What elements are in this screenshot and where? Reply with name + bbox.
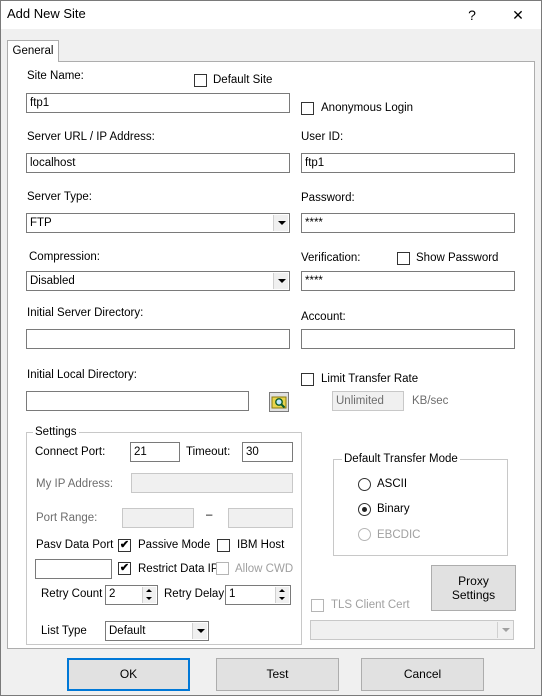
compression-label: Compression:	[29, 251, 100, 263]
password-label: Password:	[301, 192, 355, 204]
show-password-checkbox[interactable]	[397, 252, 410, 265]
settings-title: Settings	[33, 426, 79, 438]
radio-ascii[interactable]	[358, 478, 371, 491]
cancel-button[interactable]: Cancel	[361, 658, 484, 691]
connect-port-input[interactable]: 21	[130, 442, 180, 462]
port-range-end-input[interactable]	[228, 508, 293, 528]
tls-client-cert-label: TLS Client Cert	[331, 599, 410, 611]
limit-transfer-rate-label: Limit Transfer Rate	[321, 373, 419, 385]
my-ip-input[interactable]	[131, 473, 293, 493]
timeout-input[interactable]: 30	[242, 442, 293, 462]
account-label: Account:	[301, 311, 346, 323]
test-button[interactable]: Test	[216, 658, 339, 691]
site-name-label: Site Name:	[27, 70, 84, 82]
proxy-settings-button[interactable]: Proxy Settings	[431, 565, 516, 611]
add-new-site-dialog: Add New Site ? ✕ General Site Name: Defa…	[0, 0, 542, 696]
anonymous-login-label: Anonymous Login	[321, 102, 414, 114]
initial-local-dir-input[interactable]	[26, 391, 249, 411]
radio-binary[interactable]	[358, 503, 371, 516]
verification-input[interactable]: ****	[301, 271, 515, 291]
server-url-input[interactable]: localhost	[26, 153, 290, 173]
list-type-select[interactable]: Default	[105, 621, 209, 641]
password-input[interactable]: ****	[301, 213, 515, 233]
ibm-host-checkbox[interactable]	[217, 539, 230, 552]
ibm-host-label: IBM Host	[237, 539, 285, 551]
radio-ebcdic-label: EBCDIC	[377, 529, 421, 541]
tab-general[interactable]: General	[7, 40, 59, 62]
compression-value: Disabled	[30, 275, 75, 287]
connect-port-label: Connect Port:	[35, 446, 106, 458]
port-range-label: Port Range:	[36, 512, 98, 524]
user-id-label: User ID:	[301, 131, 344, 143]
spin-down-icon[interactable]	[275, 595, 289, 603]
pasv-data-port-label: Pasv Data Port	[36, 539, 114, 551]
radio-ebcdic[interactable]	[358, 528, 371, 541]
port-range-dash: –	[206, 509, 213, 521]
help-icon[interactable]: ?	[457, 4, 487, 26]
initial-server-dir-input[interactable]	[26, 329, 290, 349]
show-password-label: Show Password	[416, 252, 499, 264]
retry-count-label: Retry Count	[41, 588, 103, 600]
retry-count-value: 2	[109, 588, 116, 600]
default-site-label: Default Site	[213, 74, 273, 86]
restrict-data-ip-label: Restrict Data IP	[138, 563, 219, 575]
account-input[interactable]	[301, 329, 515, 349]
list-type-value: Default	[109, 625, 146, 637]
retry-delay-spinner[interactable]: 1	[225, 585, 291, 605]
allow-cwd-checkbox[interactable]	[216, 562, 229, 575]
timeout-label: Timeout:	[186, 446, 231, 458]
server-url-label: Server URL / IP Address:	[27, 131, 155, 143]
restrict-data-ip-checkbox[interactable]: ✔	[118, 562, 131, 575]
passive-mode-label: Passive Mode	[138, 539, 211, 551]
close-icon[interactable]: ✕	[503, 4, 533, 26]
retry-delay-value: 1	[229, 588, 236, 600]
passive-mode-checkbox[interactable]: ✔	[118, 539, 131, 552]
proxy-settings-line1: Proxy	[458, 574, 489, 588]
list-type-label: List Type	[41, 625, 87, 637]
my-ip-label: My IP Address:	[36, 478, 114, 490]
anonymous-login-checkbox[interactable]	[301, 102, 314, 115]
compression-select[interactable]: Disabled	[26, 271, 290, 291]
window-title: Add New Site	[7, 6, 86, 21]
initial-server-dir-label: Initial Server Directory:	[27, 307, 144, 319]
spin-up-icon[interactable]	[142, 587, 156, 595]
radio-ascii-label: ASCII	[377, 478, 408, 490]
server-type-value: FTP	[30, 217, 52, 229]
chevron-down-icon[interactable]	[497, 622, 512, 638]
server-type-label: Server Type:	[27, 191, 92, 203]
radio-binary-label: Binary	[377, 503, 410, 515]
initial-local-dir-label: Initial Local Directory:	[27, 369, 137, 381]
spin-up-icon[interactable]	[275, 587, 289, 595]
spin-down-icon[interactable]	[142, 595, 156, 603]
retry-count-spinner[interactable]: 2	[105, 585, 158, 605]
ok-button[interactable]: OK	[67, 658, 190, 691]
browse-local-dir-button[interactable]	[269, 392, 289, 412]
port-range-start-input[interactable]	[122, 508, 194, 528]
transfer-rate-input[interactable]: Unlimited	[332, 391, 404, 411]
transfer-mode-title: Default Transfer Mode	[342, 453, 460, 465]
chevron-down-icon[interactable]	[192, 623, 207, 639]
verification-label: Verification:	[301, 252, 361, 264]
folder-search-icon	[271, 396, 287, 409]
tls-client-cert-select[interactable]	[310, 620, 514, 640]
server-type-select[interactable]: FTP	[26, 213, 290, 233]
chevron-down-icon[interactable]	[273, 215, 288, 231]
default-site-checkbox[interactable]	[194, 74, 207, 87]
pasv-data-port-input[interactable]	[35, 559, 112, 579]
user-id-input[interactable]: ftp1	[301, 153, 515, 173]
transfer-rate-unit: KB/sec	[412, 395, 449, 407]
chevron-down-icon[interactable]	[273, 273, 288, 289]
site-name-input[interactable]: ftp1	[26, 93, 290, 113]
allow-cwd-label: Allow CWD	[235, 563, 294, 575]
proxy-settings-line2: Settings	[451, 588, 496, 602]
tls-client-cert-checkbox[interactable]	[311, 599, 324, 612]
title-bar: Add New Site ? ✕	[1, 1, 541, 29]
limit-transfer-rate-checkbox[interactable]	[301, 373, 314, 386]
retry-delay-label: Retry Delay	[164, 588, 225, 600]
